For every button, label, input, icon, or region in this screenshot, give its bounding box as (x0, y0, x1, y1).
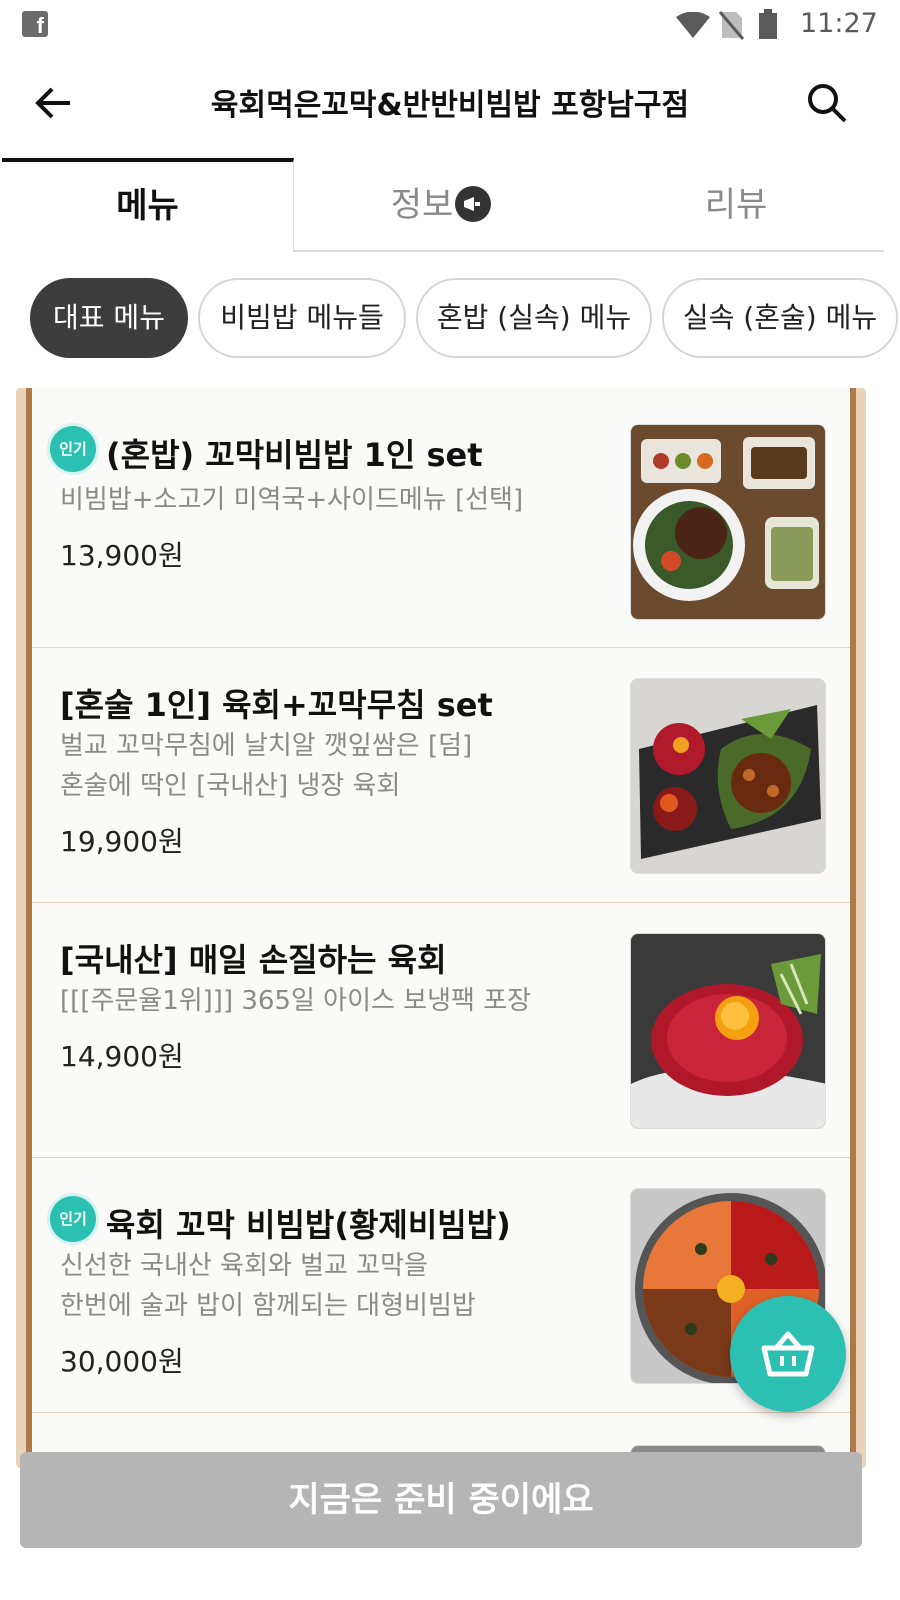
search-icon[interactable] (806, 82, 848, 124)
category-chips: 대표 메뉴 비빔밥 메뉴들 혼밥 (실속) 메뉴 실속 (혼술) 메뉴 (0, 278, 900, 360)
page-title: 육회먹은꼬막&반반비빔밥 포항남구점 (210, 88, 690, 123)
tab-menu[interactable]: 메뉴 (2, 158, 294, 252)
tab-review[interactable]: 리뷰 (588, 158, 884, 252)
menu-item-photo (630, 678, 826, 874)
status-time: 11:27 (800, 8, 878, 39)
status-bar: f 11:27 (0, 0, 900, 50)
chip-bibimbap-menu[interactable]: 비빔밥 메뉴들 (198, 278, 406, 358)
menu-item-description: 혼술에 딱인 [국내산] 냉장 육회 (60, 771, 401, 801)
menu-item-description: 비빔밥+소고기 미역국+사이드메뉴 [선택] (60, 485, 524, 515)
chip-signature-menu[interactable]: 대표 메뉴 (30, 278, 188, 358)
menu-list: 인기 (혼밥) 꼬막비빔밥 1인 set 비빔밥+소고기 미역국+사이드메뉴 [… (26, 388, 856, 1468)
menu-item-price: 19,900원 (60, 825, 184, 858)
menu-item-price: 30,000원 (60, 1345, 184, 1378)
menu-item[interactable]: [혼술 1인] 육회+꼬막무침 set 벌교 꼬막무침에 날치알 깻잎쌈은 [덤… (32, 648, 850, 903)
tab-info-label: 정보 (390, 185, 454, 225)
chip-solo-drink-menu[interactable]: 실속 (혼술) 메뉴 (662, 278, 898, 358)
menu-item-description: 벌교 꼬막무침에 날치알 깻잎쌈은 [덤] (60, 731, 473, 761)
cart-button[interactable] (730, 1296, 846, 1412)
menu-item-price: 14,900원 (60, 1040, 184, 1073)
chip-solo-meal-menu[interactable]: 혼밥 (실속) 메뉴 (416, 278, 652, 358)
wifi-icon (676, 12, 710, 38)
tab-review-label: 리뷰 (704, 185, 768, 225)
megaphone-icon (455, 185, 492, 222)
menu-item-name: (혼밥) 꼬막비빔밥 1인 set (106, 436, 483, 474)
menu-item-name: [혼술 1인] 육회+꼬막무침 set (60, 686, 493, 724)
no-sim-icon (718, 11, 744, 40)
menu-item-photo (630, 424, 826, 620)
facebook-icon: f (22, 11, 48, 37)
menu-item-description: [[[주문율1위]]] 365일 아이스 보냉팩 포장 (60, 986, 532, 1016)
tab-bar: 메뉴 정보 리뷰 (0, 158, 900, 252)
menu-list-frame: 인기 (혼밥) 꼬막비빔밥 1인 set 비빔밥+소고기 미역국+사이드메뉴 [… (16, 388, 866, 1468)
popular-badge: 인기 (50, 426, 96, 472)
app-header: 육회먹은꼬막&반반비빔밥 포항남구점 (0, 50, 900, 158)
back-arrow-icon[interactable] (34, 83, 74, 123)
order-unavailable-button[interactable]: 지금은 준비 중이에요 (20, 1452, 862, 1548)
battery-icon (759, 9, 777, 39)
menu-item-photo (630, 933, 826, 1129)
menu-item-description: 한번에 술과 밥이 함께되는 대형비빔밥 (60, 1291, 476, 1321)
menu-item-price: 13,900원 (60, 539, 184, 572)
menu-item-name: 육회 꼬막 비빔밥(황제비빔밥) (106, 1206, 511, 1244)
tab-info[interactable]: 정보 (294, 158, 588, 252)
menu-item[interactable]: 인기 육회 꼬막 비빔밥(황제비빔밥) 신선한 국내산 육회와 벌교 꼬막을 한… (32, 1158, 850, 1413)
basket-icon (761, 1331, 815, 1377)
tab-menu-label: 메뉴 (116, 186, 179, 226)
menu-item-name: [국내산] 매일 손질하는 육회 (60, 941, 447, 979)
popular-badge: 인기 (50, 1196, 96, 1242)
menu-item-description: 신선한 국내산 육회와 벌교 꼬막을 (60, 1251, 428, 1281)
menu-item[interactable]: 인기 (혼밥) 꼬막비빔밥 1인 set 비빔밥+소고기 미역국+사이드메뉴 [… (32, 388, 850, 648)
menu-item[interactable]: [국내산] 매일 손질하는 육회 [[[주문율1위]]] 365일 아이스 보냉… (32, 903, 850, 1158)
